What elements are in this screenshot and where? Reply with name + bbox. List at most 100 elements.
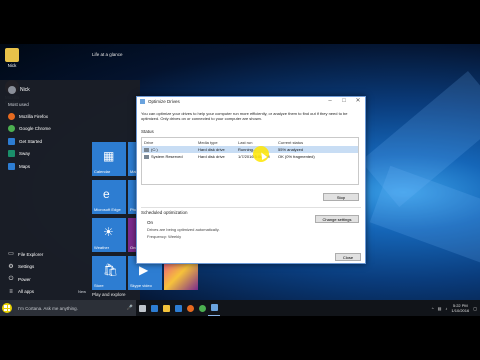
start-app-firefox[interactable]: Mozilla Firefox xyxy=(6,110,86,123)
tile-label: Store xyxy=(94,283,104,288)
status-heading: Status xyxy=(141,129,154,134)
calendar-icon: ▦ xyxy=(103,149,115,163)
task-view-button[interactable] xyxy=(136,300,148,316)
table-row[interactable]: System Reserved Hard disk drive 1/7/2016… xyxy=(142,153,358,160)
column-header[interactable]: Last run xyxy=(238,140,278,145)
column-header[interactable]: Media type xyxy=(198,140,238,145)
clock[interactable]: 5:22 PM 1/10/2016 xyxy=(451,303,469,313)
start-system-list: ▭ File Explorer ⚙ Settings ⏻ Power ≡ All app… xyxy=(6,248,86,298)
start-button[interactable] xyxy=(0,300,14,316)
stop-button[interactable]: Stop xyxy=(323,193,359,201)
drive-icon xyxy=(144,147,149,152)
start-file-explorer[interactable]: ▭ File Explorer xyxy=(6,248,86,261)
app-label: Get Started xyxy=(19,138,43,144)
taskbar-file-explorer[interactable] xyxy=(160,300,172,316)
app-label: Google Chrome xyxy=(19,126,51,132)
most-used-list: Mozilla Firefox Google Chrome Get Starte… xyxy=(6,110,86,173)
folder-icon: ▭ xyxy=(8,251,14,258)
taskbar-optimize-drives[interactable] xyxy=(208,300,220,316)
network-icon[interactable]: ▤ xyxy=(438,306,442,311)
chrome-icon xyxy=(198,304,206,312)
most-used-label: Most used xyxy=(8,102,29,107)
taskbar-edge[interactable] xyxy=(148,300,160,316)
edge-icon xyxy=(150,304,158,312)
store-icon: 🛍 xyxy=(103,263,119,277)
status-cell: 55% analyzed xyxy=(278,147,304,152)
column-header[interactable]: Current status xyxy=(278,140,358,145)
optimize-drives-icon xyxy=(140,99,145,104)
window-controls: – □ ✕ xyxy=(323,97,365,106)
status-cell: OK (0% fragmented) xyxy=(278,154,315,159)
start-app-maps[interactable]: Maps xyxy=(6,160,86,173)
maps-icon xyxy=(8,162,15,170)
system-tray: ^ ▤ ♪ 5:22 PM 1/10/2016 ▢ xyxy=(432,303,480,313)
window-title: Optimize Drives xyxy=(148,99,180,104)
start-power[interactable]: ⏻ Power xyxy=(6,273,86,286)
drive-label: (C:) xyxy=(151,147,158,152)
gear-icon: ⚙ xyxy=(8,263,14,270)
user-name: Nick xyxy=(20,87,30,93)
firefox-icon xyxy=(8,112,15,120)
divider xyxy=(141,207,361,208)
desktop-icon-label: Nick xyxy=(7,63,17,68)
start-app-sway[interactable]: Sway xyxy=(6,148,86,161)
close-icon[interactable]: ✕ xyxy=(351,97,365,106)
weather-icon: ☀ xyxy=(103,225,114,239)
user-folder-icon xyxy=(5,48,19,62)
new-badge: New xyxy=(77,289,86,295)
notifications-icon[interactable]: ▢ xyxy=(473,306,477,311)
letterbox-top xyxy=(0,0,480,44)
windows-logo-icon xyxy=(4,305,10,311)
volume-icon[interactable]: ♪ xyxy=(445,306,447,311)
tile-edge[interactable]: e Microsoft Edge xyxy=(92,180,126,214)
start-all-apps[interactable]: ≡ All apps New xyxy=(6,286,86,299)
tile-store[interactable]: 🛍 Store xyxy=(92,256,126,290)
sys-label: All apps xyxy=(18,289,35,295)
window-description: You can optimize your drives to help you… xyxy=(141,111,348,121)
file-explorer-icon xyxy=(162,304,170,312)
chevron-up-icon[interactable]: ^ xyxy=(432,306,434,311)
minimize-icon[interactable]: – xyxy=(323,97,337,106)
schedule-frequency: Frequency: Weekly xyxy=(147,234,182,239)
start-app-chrome[interactable]: Google Chrome xyxy=(6,123,86,136)
lightbulb-icon xyxy=(8,137,15,145)
desktop-icon-nick[interactable]: Nick xyxy=(2,48,22,68)
table-row[interactable]: (C:) Hard disk drive Running... 55% anal… xyxy=(142,146,358,153)
drive-cell: System Reserved xyxy=(142,154,198,159)
microphone-icon[interactable]: 🎤 xyxy=(127,305,133,311)
tile-label: Skype video xyxy=(130,283,152,288)
app-label: Sway xyxy=(19,151,31,157)
avatar xyxy=(8,86,16,94)
task-view-icon xyxy=(138,304,146,312)
store-icon xyxy=(174,304,182,312)
tile-calendar[interactable]: ▦ Calendar xyxy=(92,142,126,176)
drive-cell: (C:) xyxy=(142,147,198,152)
start-settings[interactable]: ⚙ Settings xyxy=(6,261,86,274)
tile-label: Calendar xyxy=(94,169,111,174)
taskbar: I'm Cortana. Ask me anything. 🎤 ^ ▤ ♪ 5:… xyxy=(0,300,480,316)
letterbox-bottom xyxy=(0,316,480,360)
sys-label: Settings xyxy=(18,264,35,270)
search-placeholder: I'm Cortana. Ask me anything. xyxy=(18,305,78,311)
drives-table: Drive Media type Last run Current status… xyxy=(141,137,359,185)
taskbar-firefox[interactable] xyxy=(184,300,196,316)
taskbar-store[interactable] xyxy=(172,300,184,316)
maximize-icon[interactable]: □ xyxy=(337,97,351,106)
tile-label: Weather xyxy=(94,245,110,250)
power-icon: ⏻ xyxy=(8,276,14,283)
table-header: Drive Media type Last run Current status xyxy=(142,138,358,146)
app-label: Mozilla Firefox xyxy=(19,113,49,119)
start-user[interactable]: Nick xyxy=(8,86,30,94)
column-header[interactable]: Drive xyxy=(142,140,198,145)
tile-weather[interactable]: ☀ Weather xyxy=(92,218,126,252)
change-settings-button[interactable]: Change settings xyxy=(315,215,359,223)
taskbar-chrome[interactable] xyxy=(196,300,208,316)
edge-icon: e xyxy=(103,187,110,201)
scheduled-heading: Scheduled optimization xyxy=(141,210,188,215)
window-titlebar[interactable]: Optimize Drives – □ ✕ xyxy=(137,97,365,106)
drive-label: System Reserved xyxy=(151,154,183,159)
cortana-search-box[interactable]: I'm Cortana. Ask me anything. 🎤 xyxy=(14,300,136,316)
start-app-get-started[interactable]: Get Started xyxy=(6,135,86,148)
app-label: Maps xyxy=(19,163,31,169)
close-button[interactable]: Close xyxy=(335,253,361,261)
